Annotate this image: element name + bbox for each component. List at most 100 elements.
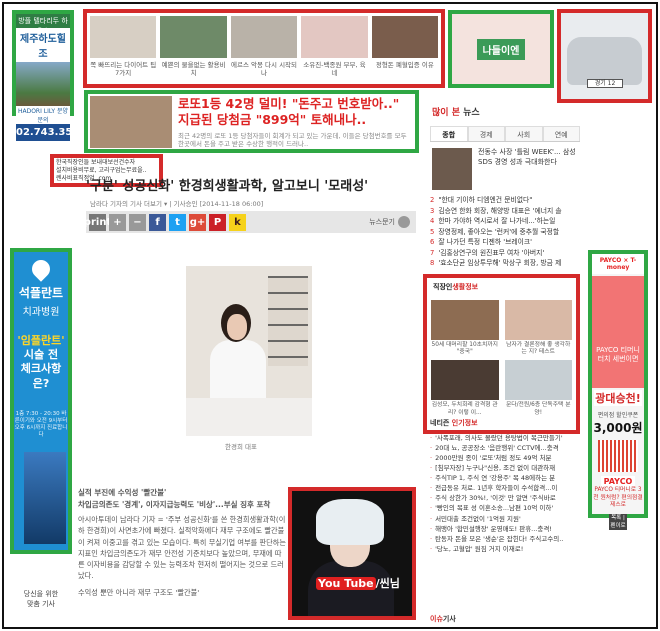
- payco-barcode: [598, 440, 638, 472]
- list-item[interactable]: · '빵인의 목표 성 이혼소송...남편 10억 이하': [430, 503, 575, 513]
- rank-2: 2: [430, 196, 435, 204]
- bookshelf: [268, 276, 308, 366]
- lifestyle-ad-cell[interactable]: 김성모, 두치회례 감격형 관리? 이렇 이...: [431, 360, 499, 416]
- ad-question: 체크사항은?: [20, 362, 62, 390]
- lifestyle-info-ad-box[interactable]: 직장인생활정보 50세 대머리할 10초치까지 "중국" 남자가 결론정해 좋 …: [423, 274, 580, 434]
- popular-top-item[interactable]: 전동수 사장 '틀림 WEEK'... 삼성SDS 경영 성과 극대화한다: [432, 148, 582, 192]
- list-item-title: 전급동유 처로. 1년후 학자들이 수석합격...이: [435, 484, 558, 493]
- list-item[interactable]: · 주식 상한가 30%!, '이것' 만 알면 '주식바로: [430, 493, 575, 503]
- list-item[interactable]: 8 '효소단균 임상투무해' 막상구 회장, 방금 제: [430, 258, 580, 269]
- payco-coupon-value: 3,000원: [593, 421, 643, 435]
- list-item[interactable]: · 해맹아 '합민설행장' 운영매도! 판휴...충격!: [430, 524, 575, 534]
- lifestyle-ad-caption: 문다/전원/6층 단독주택 분양!: [505, 402, 571, 416]
- list-item[interactable]: · 2000만원 종이 '로또'처럼 정도 49억 처분: [430, 453, 575, 463]
- native-ad-thumb: [371, 16, 439, 58]
- table-surface: [186, 398, 312, 436]
- list-item-title: '빵인의 목표 성 이혼소송...남편 10억 이하': [435, 504, 554, 513]
- list-item[interactable]: 2 "한대 기이하 디엠엔건 문비없다": [430, 195, 580, 206]
- tab-entertainment[interactable]: 연예: [542, 126, 580, 141]
- facebook-icon[interactable]: f: [149, 213, 166, 231]
- list-item-title: '효소단균 임상투무해' 막상구 회장, 방금 제: [438, 259, 562, 268]
- native-ad-caption: 소유진-백종원 부부, 육네: [303, 61, 366, 78]
- implant-skyscraper-ad[interactable]: 석플란트 치과병원 '임플란트' 시술 전 체크사항은? 1층 7:30 - 2…: [10, 248, 72, 554]
- popular-news-list: 2 "한대 기이하 디엠엔건 문비없다" 3 김승연 한화 회장, 해양방 대표은 …: [430, 195, 580, 269]
- print-icon[interactable]: print: [84, 213, 111, 231]
- popular-news-tabs: 종합 경제 사회 연예: [430, 126, 580, 142]
- heading-text: 네티즌: [430, 419, 450, 427]
- twitter-icon[interactable]: t: [169, 213, 186, 231]
- text-ad-line: 한국직장인들 보내대보선건수자: [56, 159, 136, 166]
- rank-8: 8: [430, 259, 435, 268]
- list-item[interactable]: 7 '김홍상연구의 원진표무 여차 '아버지': [430, 248, 580, 259]
- bullet: ·: [430, 504, 433, 513]
- youtube-video-ad[interactable]: You Tube/씬님: [288, 487, 416, 620]
- article-byline[interactable]: 남라다 기자의 기사 더보기 ▾ | 기사승인 [2014-11-18 06:0…: [90, 198, 410, 208]
- lotto-ad-body: 최근 42명의 로또 1등 당첨자들이 회계가 되고 있는 가운데, 이들은 당…: [178, 131, 407, 148]
- native-ad-card[interactable]: 쪽 빠뜨리는 다이어트 팁 7가지: [90, 16, 157, 81]
- tab-economy[interactable]: 경제: [467, 126, 505, 141]
- pinterest-icon[interactable]: P: [209, 213, 226, 231]
- list-item[interactable]: · '당노, 고혈압' 원짐 거지 이재로!: [430, 544, 575, 554]
- bullet: ·: [430, 474, 433, 483]
- payco-skyscraper-ad[interactable]: PAYCO × T-money PAYCO 티머니 터치 세번이면 광대승천! …: [588, 250, 648, 530]
- car-image: [567, 37, 642, 85]
- font-decrease-button[interactable]: −: [129, 213, 146, 231]
- rank-5: 5: [430, 227, 435, 236]
- native-ad-card[interactable]: 정형돈 폐혈입증 이유: [371, 16, 439, 81]
- nanum-ad[interactable]: 나들이엔: [448, 10, 554, 88]
- payco-coupon-label: 편의점 할인쿠폰: [597, 412, 639, 419]
- newsstand-subscribe[interactable]: 뉴스문기: [369, 216, 410, 228]
- list-item-title: 탄동자 돈을 모은 '생순'은 잡힌다! 주식고수의..: [435, 534, 564, 543]
- lotto-ad-headline[interactable]: 로또1등 42명 덜미! "돈주고 번호받아.." 지급된 당첨금 "899억"…: [178, 96, 413, 129]
- car-plate: 경기 12: [587, 79, 623, 88]
- person-hair: [316, 499, 384, 545]
- lifestyle-ad-cell[interactable]: 문다/전원/6층 단독주택 분양!: [504, 360, 572, 416]
- payco-ad-button[interactable]: 목록 | 펜이로: [609, 513, 627, 530]
- list-item-title: 김승연 한화 회장, 해양방 대표은 '에너지 솔: [438, 206, 562, 215]
- list-item[interactable]: 4 한마 가야하 역시로서 잘 나가네...'하는일: [430, 216, 580, 227]
- jeju-house-ad[interactable]: 방플 텔타리두 하우스 제주하도힐조 HADORI LILY 분양문의 02.7…: [12, 10, 86, 141]
- list-item[interactable]: · 탄동자 돈을 모은 '생순'은 잡힌다! 주식고수의..: [430, 534, 575, 544]
- youtube-channel: /씬님: [375, 577, 400, 590]
- tooth-drop-icon: [28, 256, 54, 282]
- bullet: ·: [430, 484, 433, 493]
- native-ad-card[interactable]: 예쁜의 물을없는 활용비치: [160, 16, 227, 81]
- list-item[interactable]: · '사폭포래, 의사도 몰랐던 용탕법이 복근만들기': [430, 433, 575, 443]
- recommended-for-you[interactable]: 당신을 위한 맞춤 기사: [16, 590, 66, 610]
- lifestyle-ad-cell[interactable]: 50세 대머리할 10초치까지 "중국": [431, 300, 499, 356]
- issue-articles-heading: 이슈기사: [430, 614, 456, 624]
- newsstand-icon: [398, 216, 410, 228]
- photo-caption: 한경희 대표: [225, 443, 257, 451]
- list-item-title: 해맹아 '합민설행장' 운영매도! 판휴...충격!: [435, 524, 552, 533]
- font-increase-button[interactable]: +: [109, 213, 126, 231]
- list-item-title: 서민대출 조건없이 '1억원 지원': [435, 514, 521, 523]
- list-item[interactable]: 5 장영정제, 좋아오는 '런커'에 중추월 국정할: [430, 227, 580, 238]
- tab-general[interactable]: 종합: [430, 126, 468, 141]
- lifestyle-ad-cell[interactable]: 남자가 결론정해 좋 생각하는 지? 테스트: [504, 300, 572, 356]
- google-plus-icon[interactable]: g+: [189, 213, 206, 231]
- native-ad-card[interactable]: 에르스 악몽 다시 시작되나: [230, 16, 298, 81]
- ad-question: 시술 전: [23, 348, 59, 361]
- list-item-title: 주식 상한가 30%!, '이것' 만 알면 '주식바로: [435, 494, 556, 503]
- car-ad[interactable]: 경기 12: [557, 9, 652, 103]
- native-ad-card[interactable]: 소유진-백종원 부부, 육네: [301, 16, 368, 81]
- kakao-story-icon[interactable]: k: [229, 213, 246, 231]
- list-item[interactable]: · [침부자장] 누구나"신용, 조건 없이 대관하재: [430, 463, 575, 473]
- youtube-logo: You Tube/씬님: [316, 575, 400, 591]
- jeju-ad-brand: 제주하도힐조: [16, 28, 70, 62]
- tab-society[interactable]: 사회: [505, 126, 543, 141]
- list-item[interactable]: · 20대 뇨, 공공장소 '음란행위' CCTV에...충격: [430, 443, 575, 453]
- bullet: ·: [430, 434, 433, 442]
- list-item[interactable]: · 서민대출 조건없이 '1억원 지원': [430, 514, 575, 524]
- list-item-title: '김홍상연구의 원진표무 여차 '아버지': [438, 248, 545, 257]
- top-native-ad-row[interactable]: 쪽 빠뜨리는 다이어트 팁 7가지 예쁜의 물을없는 활용비치 에르스 악몽 다…: [83, 9, 445, 88]
- list-item[interactable]: 6잘 나가던 특정 디젠하 '브레이크': [430, 237, 580, 248]
- lotto-native-ad[interactable]: 로또1등 42명 덜미! "돈주고 번호받아.." 지급된 당첨금 "899억"…: [84, 90, 419, 153]
- list-item-title: 한마 가야하 역시로서 잘 나가네...'하는일: [438, 217, 556, 226]
- list-item[interactable]: 3 김승연 한화 회장, 해양방 대표은 '에너지 솔: [430, 206, 580, 217]
- bullet: ·: [430, 454, 433, 463]
- list-item[interactable]: · 전급동유 처로. 1년후 학자들이 수석합격...이: [430, 483, 575, 493]
- payco-ad-top: PAYCO × T-money: [592, 254, 644, 274]
- list-item[interactable]: · 주식TIP 1, 주식 연 '강용주' 목 48에하는 분: [430, 473, 575, 483]
- jeju-ad-sub: HADORI LILY 분양문의: [16, 106, 70, 124]
